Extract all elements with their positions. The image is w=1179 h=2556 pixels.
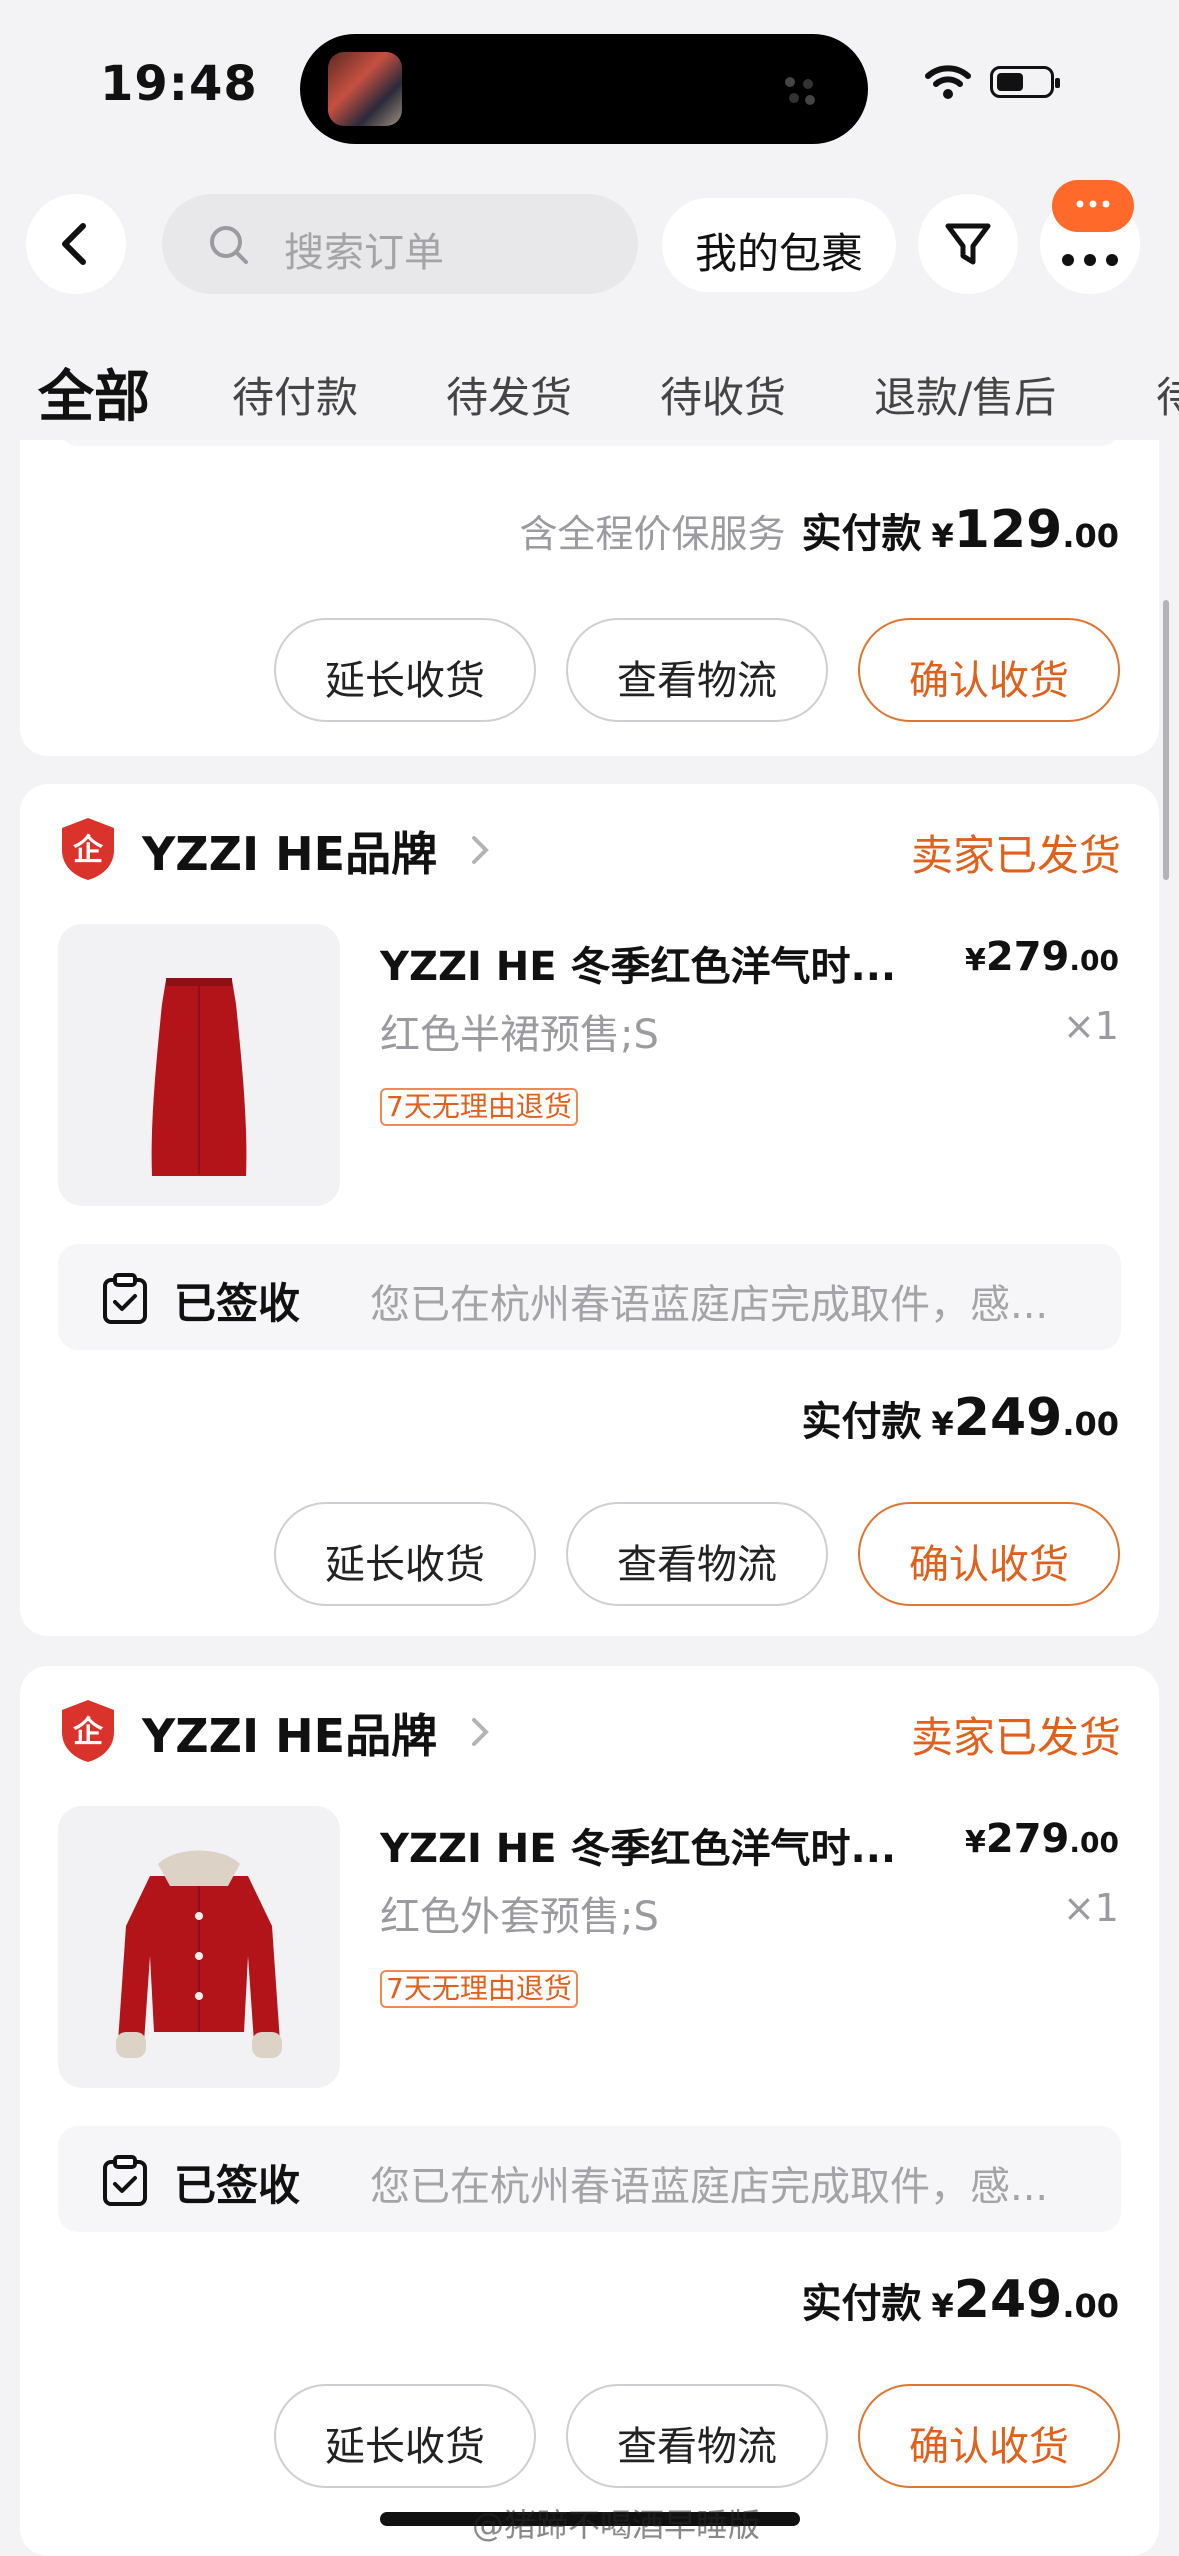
search-icon	[210, 226, 248, 264]
activity-indicator-icon	[785, 77, 815, 105]
my-packages-label: 我的包裹	[694, 229, 863, 278]
order-list[interactable]: 含全程价保服务 实付款 ¥129.00 延长收货 查看物流 确认收货 企 YZZI …	[0, 440, 1179, 2556]
chevron-left-icon	[62, 223, 86, 265]
wifi-icon	[925, 65, 971, 99]
status-bar: 19:48	[0, 0, 1179, 170]
extend-receipt-button[interactable]: 延长收货	[274, 618, 536, 722]
product-title[interactable]: YZZI HE 冬季红色洋气时...	[380, 1816, 920, 1874]
chat-dots-icon	[1076, 200, 1110, 208]
enterprise-shop-icon: 企	[62, 818, 114, 880]
confirm-receipt-button[interactable]: 确认收货	[858, 618, 1120, 722]
order-status: 卖家已发货	[910, 1713, 1121, 1762]
paid-label: 实付款	[801, 511, 922, 557]
status-time: 19:48	[100, 56, 258, 112]
paid-label: 实付款	[801, 2281, 922, 2327]
product-price: ¥279.00	[965, 934, 1119, 980]
product-spec: 红色半裙预售;S	[380, 1012, 659, 1058]
order-card: 企 YZZI HE品牌 卖家已发货 YZZI HE 冬季红色洋气时... ¥27…	[20, 784, 1159, 1636]
clipboard-check-icon	[103, 1273, 147, 1324]
logistics-strip	[58, 440, 1121, 446]
logistics-info[interactable]: 已签收 您已在杭州春语蓝庭店完成取件，感...	[58, 1244, 1121, 1350]
order-card: 企 YZZI HE品牌 卖家已发货 YZZI HE 冬季红色洋气时... ¥27…	[20, 1666, 1159, 2556]
paid-amount: 实付款 ¥249.00	[801, 1388, 1120, 1448]
shop-name[interactable]: YZZI HE品牌	[142, 818, 437, 884]
order-status: 卖家已发货	[910, 831, 1121, 880]
product-quantity: ×1	[1062, 1886, 1119, 1930]
tab-pending-shipment[interactable]: 待发货	[446, 364, 572, 425]
paid-amount: 实付款 ¥249.00	[801, 2270, 1120, 2330]
chevron-right-icon	[472, 1718, 489, 1746]
product-price: ¥279.00	[965, 1816, 1119, 1862]
tab-all[interactable]: 全部	[38, 352, 150, 433]
my-packages-button[interactable]: 我的包裹	[662, 198, 896, 292]
tab-pending-receipt[interactable]: 待收货	[660, 364, 786, 425]
product-image-coat[interactable]	[58, 1806, 340, 2088]
now-playing-app-icon	[328, 52, 402, 126]
order-tabs: 全部 待付款 待发货 待收货 退款/售后 待	[0, 350, 1179, 440]
filter-button[interactable]	[918, 194, 1018, 294]
battery-icon	[990, 66, 1060, 98]
scrollbar[interactable]	[1163, 600, 1169, 880]
confirm-receipt-button[interactable]: 确认收货	[858, 2384, 1120, 2488]
search-placeholder: 搜索订单	[284, 230, 444, 276]
dynamic-island	[300, 34, 868, 144]
logistics-text: 您已在杭州春语蓝庭店完成取件，感...	[370, 2164, 1049, 2210]
logistics-status: 已签收	[174, 2161, 301, 2210]
tab-pending-payment[interactable]: 待付款	[232, 364, 358, 425]
enterprise-shop-icon: 企	[62, 1700, 114, 1762]
svg-text:企: 企	[73, 833, 104, 868]
red-skirt-image	[151, 978, 247, 1176]
extend-receipt-button[interactable]: 延长收货	[274, 2384, 536, 2488]
watermark: @猪蹄不喝酒早睡版	[472, 2506, 761, 2544]
filter-icon	[945, 223, 991, 265]
tab-overflow[interactable]: 待	[1156, 364, 1179, 425]
view-logistics-button[interactable]: 查看物流	[566, 2384, 828, 2488]
product-image-skirt[interactable]	[58, 924, 340, 1206]
product-title[interactable]: YZZI HE 冬季红色洋气时...	[380, 934, 920, 992]
return-policy-tag: 7天无理由退货	[380, 1088, 578, 1126]
tab-refund-aftersale[interactable]: 退款/售后	[874, 364, 1056, 425]
extend-receipt-button[interactable]: 延长收货	[274, 1502, 536, 1606]
view-logistics-button[interactable]: 查看物流	[566, 1502, 828, 1606]
product-spec: 红色外套预售;S	[380, 1894, 659, 1940]
top-nav: 搜索订单 我的包裹	[0, 180, 1179, 310]
price-protect-note: 含全程价保服务	[519, 512, 786, 556]
back-button[interactable]	[26, 194, 126, 294]
chevron-right-icon	[472, 836, 489, 864]
logistics-text: 您已在杭州春语蓝庭店完成取件，感...	[370, 1282, 1049, 1328]
shop-name[interactable]: YZZI HE品牌	[142, 1700, 437, 1766]
order-search-input[interactable]: 搜索订单	[162, 194, 638, 294]
return-policy-tag: 7天无理由退货	[380, 1970, 578, 2008]
logistics-info[interactable]: 已签收 您已在杭州春语蓝庭店完成取件，感...	[58, 2126, 1121, 2232]
paid-amount: 含全程价保服务 实付款 ¥129.00	[519, 500, 1119, 560]
logistics-status: 已签收	[174, 1279, 301, 1328]
message-badge[interactable]	[1052, 180, 1134, 232]
order-card: 含全程价保服务 实付款 ¥129.00 延长收货 查看物流 确认收货	[20, 440, 1159, 756]
confirm-receipt-button[interactable]: 确认收货	[858, 1502, 1120, 1606]
red-coat-image	[116, 1850, 282, 2058]
svg-text:企: 企	[73, 1715, 104, 1750]
view-logistics-button[interactable]: 查看物流	[566, 618, 828, 722]
paid-label: 实付款	[801, 1399, 922, 1445]
product-quantity: ×1	[1062, 1004, 1119, 1048]
clipboard-check-icon	[103, 2155, 147, 2206]
